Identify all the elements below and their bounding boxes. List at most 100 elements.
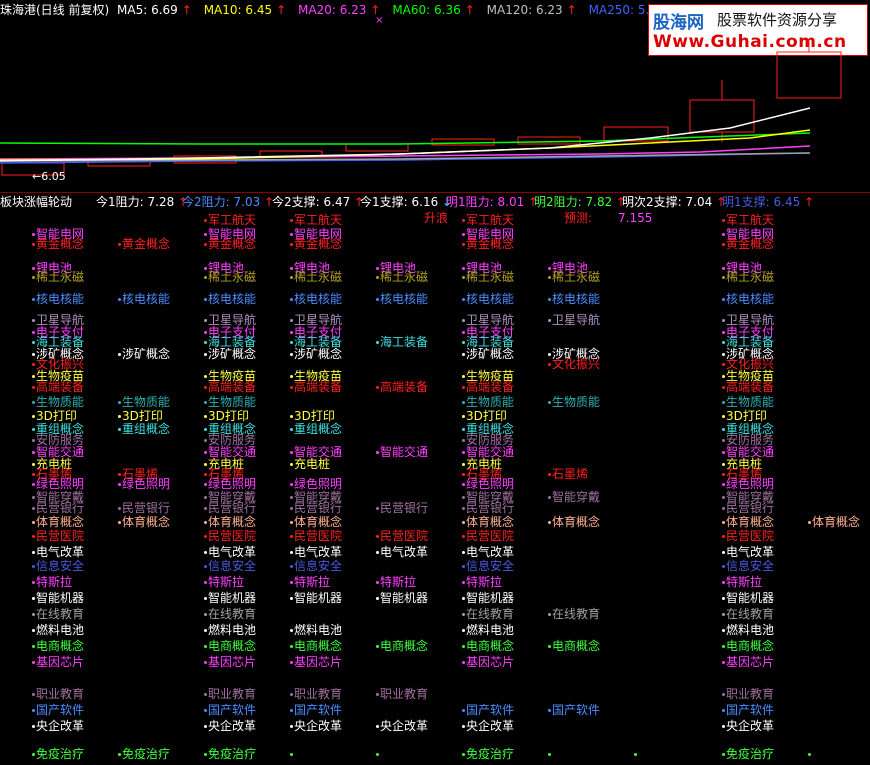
sector-rotation-panel: 军工航天 军工航天 军工航天 军工航天 智能电网 智能电网 智能电网 智能电网 智能电网 黄金概念…: [0, 210, 870, 765]
sector-name: 免疫治疗: [208, 747, 257, 761]
bullet-dot-icon: [376, 645, 379, 648]
bullet-dot-icon: [290, 629, 293, 632]
sector-name: 黄金概念: [36, 237, 85, 251]
sector-name: 特斯拉: [466, 575, 503, 589]
sector-item: 电气改革: [722, 546, 774, 559]
bullet-dot-icon: [204, 428, 207, 431]
sector-name: 基因芯片: [208, 655, 257, 669]
sector-item: 生物质能: [548, 396, 600, 409]
sector-item: 军工航天: [722, 214, 774, 227]
sector-name: 基因芯片: [466, 655, 515, 669]
bullet-dot-icon: [462, 597, 465, 600]
bullet-dot-icon: [376, 267, 379, 270]
bullet-dot-icon: [722, 613, 725, 616]
sector-name: 核电核能: [122, 292, 171, 306]
sector-item: 电气改革: [376, 546, 428, 559]
sector-name: 特斯拉: [36, 575, 73, 589]
sector-item: 生物质能: [32, 396, 84, 409]
sector-item: 高端装备: [376, 381, 428, 394]
bullet-dot-icon: [204, 219, 207, 222]
sector-item: 重组概念: [118, 423, 170, 436]
bullet-dot-icon: [32, 331, 35, 334]
sector-item: 燃料电池: [462, 624, 514, 637]
bullet-dot-icon: [722, 233, 725, 236]
ma20-label: MA20: 6.23: [298, 3, 367, 17]
sector-name: 体育概念: [466, 515, 515, 529]
sector-item: 核电核能: [118, 293, 170, 306]
bullet-dot-icon: [118, 753, 121, 756]
sector-item: 职业教育: [204, 688, 256, 701]
bullet-dot-icon: [118, 401, 121, 404]
sector-name: 民营银行: [726, 501, 775, 515]
bullet-dot-icon: [376, 725, 379, 728]
sector-item: 电商概念: [290, 640, 342, 653]
bullet-dot-icon: [290, 267, 293, 270]
sector-name: 绿色照明: [208, 477, 257, 491]
bullet-dot-icon: [118, 507, 121, 510]
sector-name: 民营银行: [36, 501, 85, 515]
ma60-line: [0, 132, 811, 145]
sector-name: 特斯拉: [208, 575, 245, 589]
bullet-dot-icon: [32, 401, 35, 404]
bullet-dot-icon: [462, 353, 465, 356]
sector-name: 充电桩: [294, 457, 331, 471]
sector-item: 智能机器: [204, 592, 256, 605]
sector-name: 体育概念: [812, 515, 861, 529]
bullet-dot-icon: [462, 565, 465, 568]
bullet-dot-icon: [548, 319, 551, 322]
sector-name: 核电核能: [380, 292, 429, 306]
sector-item: 黄金概念: [118, 238, 170, 251]
bullet-dot-icon: [376, 507, 379, 510]
bullet-dot-icon: [204, 483, 207, 486]
sector-name: 免疫治疗: [122, 747, 171, 761]
sector-name: 在线教育: [726, 607, 775, 621]
stock-chart-window: 珠海港(日线 前复权) MA5: 6.69 ↑ MA10: 6.45 ↑ MA20:…: [0, 0, 870, 765]
sector-item: 体育概念: [548, 516, 600, 529]
sector-name: 电商概念: [552, 639, 601, 653]
bullet-dot-icon: [290, 535, 293, 538]
bullet-dot-icon: [376, 341, 379, 344]
sector-item: 电气改革: [204, 546, 256, 559]
bullet-dot-icon: [290, 551, 293, 554]
sector-item: 体育概念: [462, 516, 514, 529]
sector-name: 特斯拉: [380, 575, 417, 589]
candlestick: [689, 99, 755, 133]
sector-item: 体育概念: [290, 516, 342, 529]
sector-item: 免疫治疗: [722, 748, 774, 761]
sector-item: 生物质能: [118, 396, 170, 409]
bullet-dot-icon: [32, 613, 35, 616]
sector-name: 3D打印: [122, 409, 163, 423]
sector-name: 生物质能: [36, 395, 85, 409]
sector-name: 高端装备: [36, 380, 85, 394]
sector-name: 涉矿概念: [208, 347, 257, 361]
bullet-dot-icon: [204, 629, 207, 632]
today-resistance-2: 今2阻力: 7.03: [182, 195, 261, 209]
sector-item: 绿色照明: [118, 478, 170, 491]
bullet-dot-icon: [462, 551, 465, 554]
sector-name: 国产软件: [726, 703, 775, 717]
bullet-dot-icon: [204, 565, 207, 568]
bullet-dot-icon: [204, 581, 207, 584]
sector-name: 涉矿概念: [466, 347, 515, 361]
sector-name: 稀土永磁: [552, 270, 601, 284]
sector-item: 涉矿概念: [204, 348, 256, 361]
bullet-dot-icon: [548, 298, 551, 301]
bullet-dot-icon: [548, 753, 551, 756]
bullet-dot-icon: [722, 267, 725, 270]
bullet-dot-icon: [722, 415, 725, 418]
bullet-dot-icon: [32, 363, 35, 366]
bullet-dot-icon: [376, 581, 379, 584]
bullet-dot-icon: [548, 521, 551, 524]
sector-name: 民营银行: [122, 501, 171, 515]
sector-name: 职业教育: [294, 687, 343, 701]
sector-name: 智能机器: [36, 591, 85, 605]
sector-item: 特斯拉: [204, 576, 244, 589]
bullet-dot-icon: [722, 473, 725, 476]
sector-name: 核电核能: [294, 292, 343, 306]
sector-name: 智能机器: [726, 591, 775, 605]
bullet-dot-icon: [204, 353, 207, 356]
sector-item: 核电核能: [548, 293, 600, 306]
sector-item: 免疫治疗: [32, 748, 84, 761]
sector-item: 稀土永磁: [204, 271, 256, 284]
bullet-dot-icon: [290, 565, 293, 568]
